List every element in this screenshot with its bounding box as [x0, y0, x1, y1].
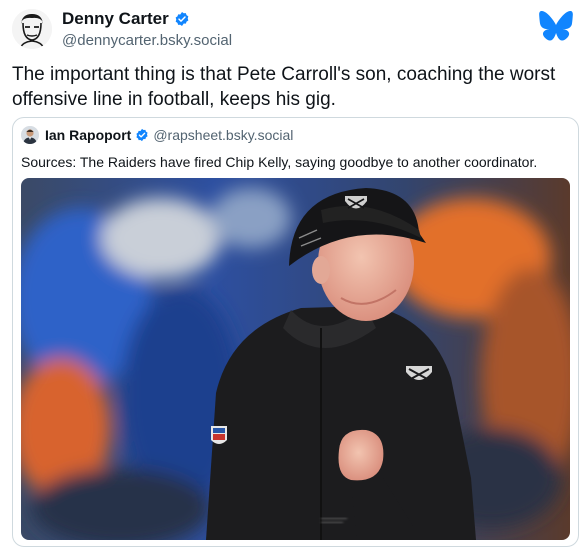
author-name-text[interactable]: Denny Carter: [62, 9, 169, 29]
author-name[interactable]: Denny Carter: [62, 9, 190, 29]
bluesky-butterfly-icon[interactable]: [539, 11, 573, 41]
quoted-author-avatar[interactable]: [21, 126, 39, 144]
verified-badge-icon: [136, 128, 148, 142]
quoted-post[interactable]: Ian Rapoport @rapsheet.bsky.social Sourc…: [12, 117, 579, 547]
quoted-author[interactable]: Ian Rapoport @rapsheet.bsky.social: [45, 127, 293, 143]
author-handle[interactable]: @dennycarter.bsky.social: [62, 32, 232, 49]
post-card: Denny Carter @dennycarter.bsky.social Th…: [0, 0, 585, 550]
quoted-post-photo[interactable]: [21, 178, 570, 540]
quoted-post-text: Sources: The Raiders have fired Chip Kel…: [21, 154, 538, 170]
verified-badge-icon: [175, 12, 189, 26]
quoted-author-name[interactable]: Ian Rapoport: [45, 127, 131, 143]
quoted-author-handle[interactable]: @rapsheet.bsky.social: [153, 127, 293, 143]
author-avatar[interactable]: [12, 9, 52, 49]
post-text: The important thing is that Pete Carroll…: [12, 64, 556, 110]
